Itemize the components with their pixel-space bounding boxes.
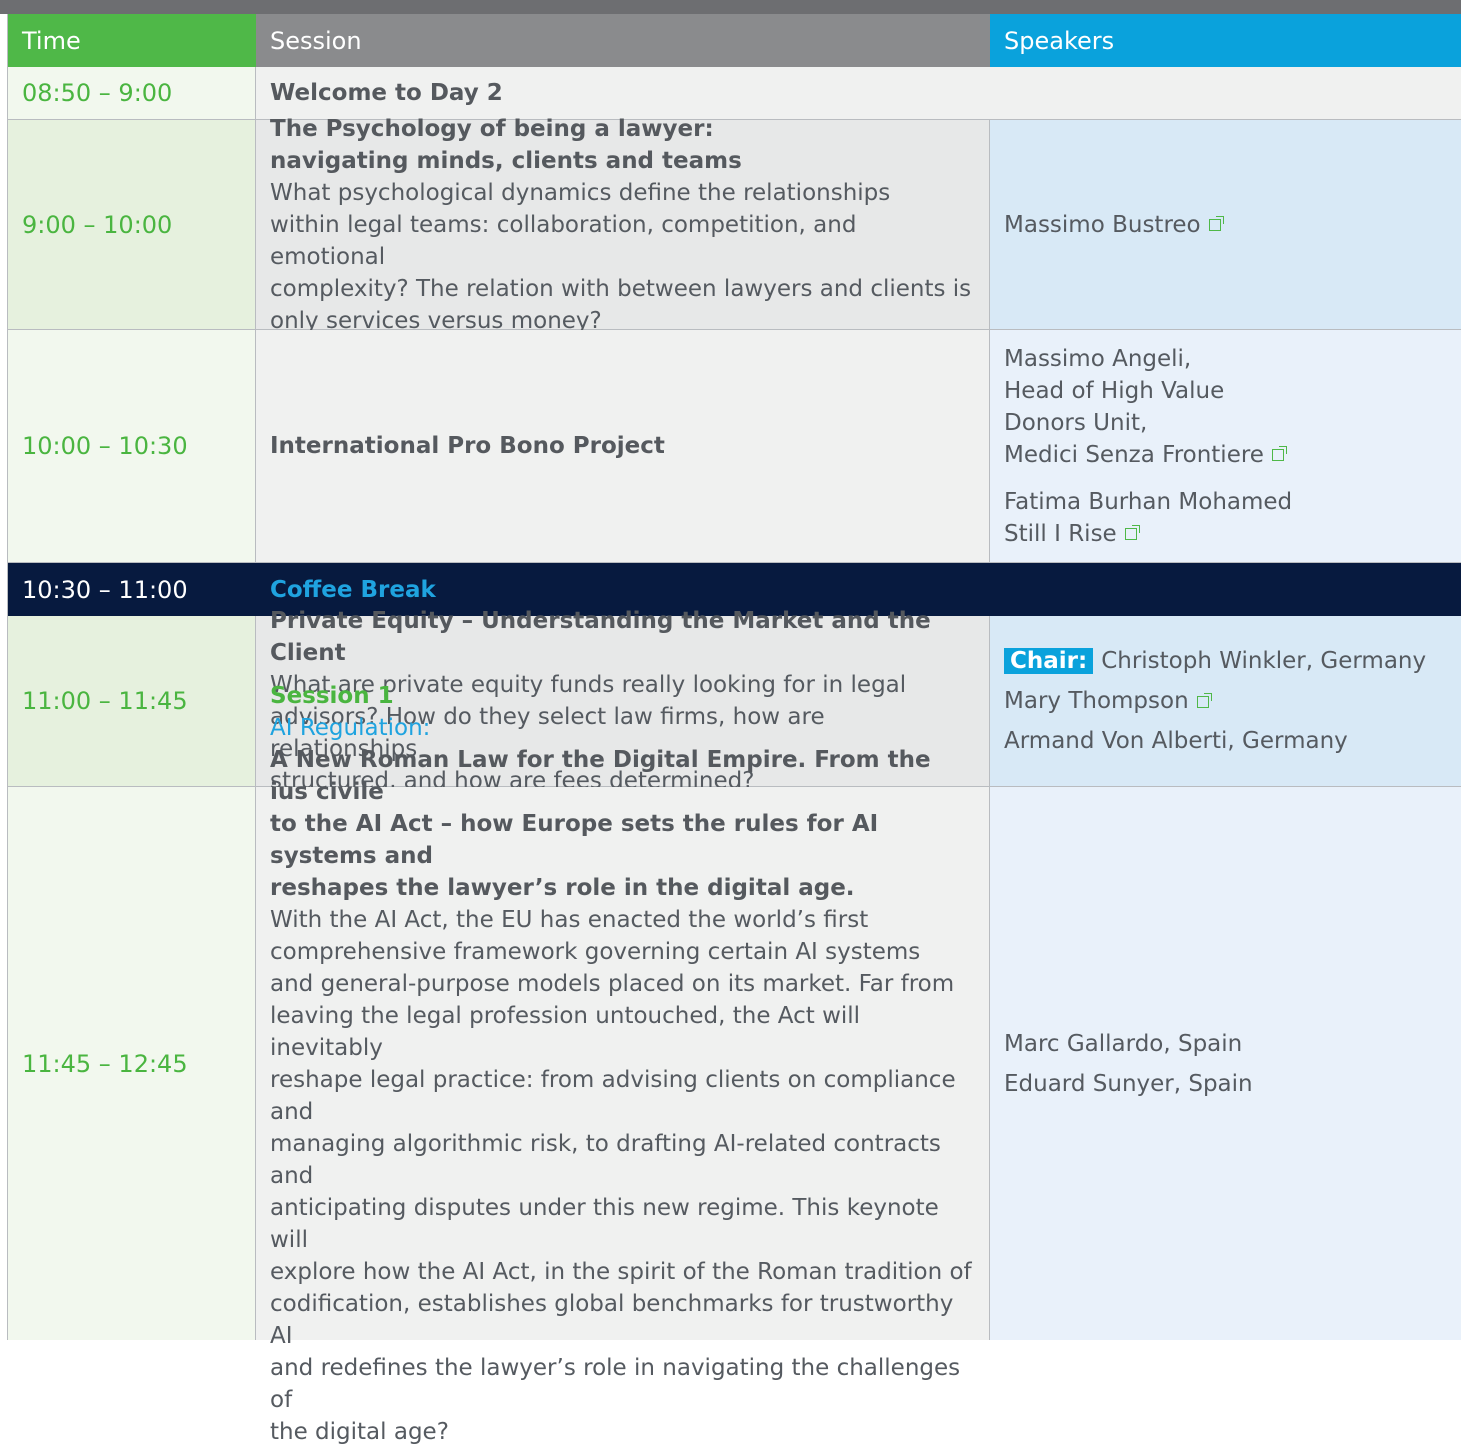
session-description: and redefines the lawyer’s role in navig…	[270, 1354, 961, 1413]
speakers-cell: Marc Gallardo, Spain Eduard Sunyer, Spai…	[990, 787, 1461, 1340]
speaker-link[interactable]: Still I Rise	[1004, 518, 1448, 550]
header-time: Time	[8, 14, 256, 67]
session-cell: The Psychology of being a lawyer: naviga…	[256, 116, 990, 334]
table-row: 11:45 – 12:45 Session 1 AI Regulation: A…	[8, 683, 1461, 1445]
speaker-link[interactable]: Mary Thompson	[1004, 685, 1448, 717]
chair-badge: Chair:	[1004, 648, 1094, 674]
session-title: International Pro Bono Project	[256, 330, 990, 562]
time-cell: 9:00 – 10:00	[8, 120, 256, 329]
top-bar	[0, 0, 1461, 14]
agenda-table: Time Session Speakers 08:50 – 9:00 Welco…	[7, 14, 1461, 1445]
speaker-line: Donors Unit,	[1004, 409, 1148, 436]
session-title: Welcome to Day 2	[256, 67, 1461, 119]
session-topic: AI Regulation:	[270, 714, 431, 741]
header-session: Session	[256, 14, 990, 67]
session-description: managing algorithmic risk, to drafting A…	[270, 1130, 941, 1189]
external-link-icon	[1124, 525, 1140, 540]
session-description: leaving the legal profession untouched, …	[270, 1002, 861, 1061]
speaker-line: Armand Von Alberti, Germany	[1004, 728, 1348, 754]
session-description: within legal teams: collaboration, compe…	[270, 211, 857, 270]
speaker-name: Mary Thompson	[1004, 688, 1189, 714]
time-cell: 08:50 – 9:00	[8, 67, 256, 119]
speaker-name: Massimo Bustreo	[1004, 211, 1201, 238]
external-link-icon	[1208, 216, 1224, 231]
header-speakers: Speakers	[990, 14, 1461, 67]
session-title: The Psychology of being a lawyer:	[270, 115, 714, 142]
speaker-link[interactable]: Medici Senza Frontiere	[1004, 439, 1448, 471]
session-title: A New Roman Law for the Digital Empire. …	[270, 746, 931, 805]
speakers-cell: Chair: Christoph Winkler, Germany Mary Th…	[990, 616, 1461, 786]
external-link-icon	[1271, 446, 1287, 461]
speaker-link[interactable]: Massimo Bustreo	[1004, 209, 1448, 241]
external-link-icon	[1196, 692, 1212, 708]
session-description: explore how the AI Act, in the spirit of…	[270, 1258, 972, 1285]
session-title: navigating minds, clients and teams	[270, 147, 742, 174]
session-description: reshape legal practice: from advising cl…	[270, 1066, 956, 1125]
speaker-line: Head of High Value	[1004, 377, 1225, 404]
session-description: and general-purpose models placed on its…	[270, 970, 955, 997]
session-cell: Session 1 AI Regulation: A New Roman Law…	[256, 683, 990, 1445]
chair-line: Chair: Christoph Winkler, Germany	[1004, 645, 1448, 677]
speaker-line: Eduard Sunyer, Spain	[1004, 1070, 1253, 1097]
session-title: to the AI Act – how Europe sets the rule…	[270, 810, 879, 869]
session-description: anticipating disputes under this new reg…	[270, 1194, 939, 1253]
time-cell: 10:00 – 10:30	[8, 330, 256, 562]
session-description: comprehensive framework governing certai…	[270, 938, 921, 965]
chair-name: Christoph Winkler, Germany	[1101, 648, 1427, 674]
speaker-line: Fatima Burhan Mohamed	[1004, 488, 1293, 515]
speaker-name: Still I Rise	[1004, 520, 1117, 547]
session-title: reshapes the lawyer’s role in the digita…	[270, 874, 855, 901]
session-description: complexity? The relation with between la…	[270, 275, 972, 302]
time-cell: 11:45 – 12:45	[8, 787, 256, 1340]
session-description: codification, establishes global benchma…	[270, 1290, 954, 1349]
time-cell: 11:00 – 11:45	[8, 616, 256, 786]
table-header: Time Session Speakers	[8, 14, 1461, 67]
speaker-line: Marc Gallardo, Spain	[1004, 1030, 1243, 1057]
speaker-line: Massimo Angeli,	[1004, 345, 1192, 372]
session-description: the digital age?	[270, 1418, 449, 1445]
session-description: What psychological dynamics define the r…	[270, 179, 891, 206]
speakers-cell: Massimo Angeli, Head of High Value Donor…	[990, 330, 1461, 562]
table-row: 9:00 – 10:00 The Psychology of being a l…	[8, 116, 1461, 334]
table-row: 10:00 – 10:30 International Pro Bono Pro…	[8, 330, 1461, 563]
session-title: Private Equity – Understanding the Marke…	[270, 608, 931, 666]
speakers-cell: Massimo Bustreo	[990, 120, 1461, 329]
session-description: With the AI Act, the EU has enacted the …	[270, 906, 869, 933]
speaker-name: Medici Senza Frontiere	[1004, 441, 1264, 468]
time-cell: 10:30 – 11:00	[22, 575, 188, 604]
session-label: Session 1	[270, 682, 394, 709]
